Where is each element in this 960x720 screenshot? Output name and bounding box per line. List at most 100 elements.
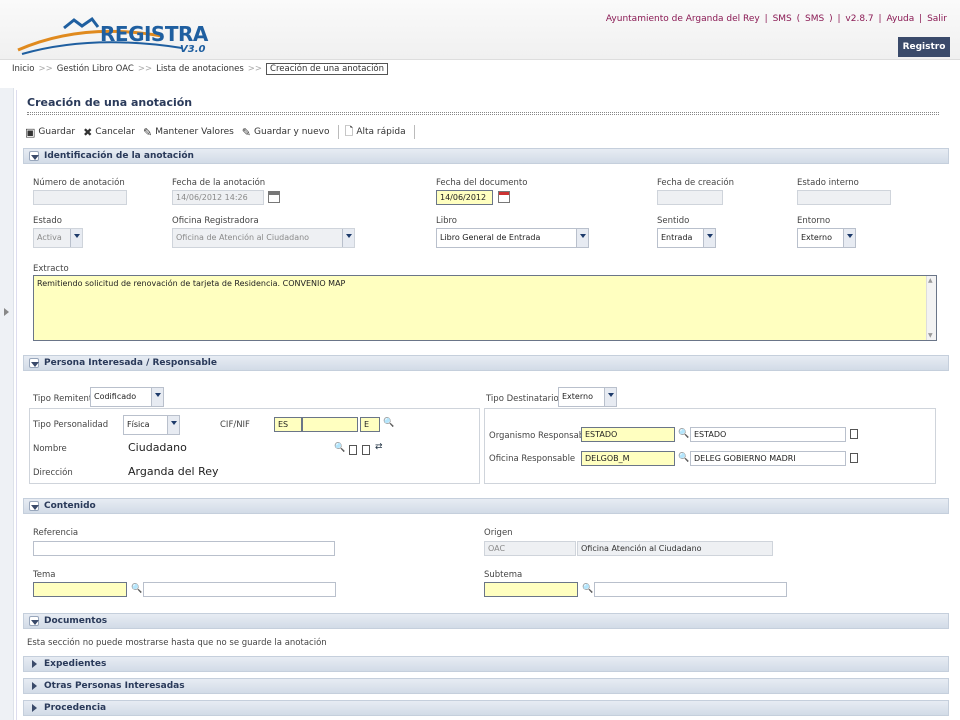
tema-code-field[interactable] [33, 582, 127, 597]
search-icon[interactable]: 🔍 [131, 584, 142, 594]
direccion-field[interactable]: Arganda del Rey [123, 463, 329, 480]
breadcrumb-gestion[interactable]: Gestión Libro OAC [57, 64, 134, 74]
libro-label: Libro [436, 216, 458, 226]
logo-version: V3.0 [180, 44, 206, 55]
section-title: Otras Personas Interesadas [44, 681, 185, 691]
save-icon: ▣ [25, 125, 36, 139]
registro-button[interactable]: Registro [898, 37, 950, 57]
mantener-valores-button[interactable]: ✎ Mantener Valores [143, 126, 234, 139]
refresh-icon[interactable]: ⇄ [375, 442, 383, 452]
tipo-remitente-select[interactable]: Codificado [90, 387, 164, 407]
expand-arrow-icon [4, 308, 9, 316]
registra-logo: REGISTRA V3.0 [12, 14, 212, 60]
chevron-down-icon [604, 388, 616, 406]
destinatario-panel [484, 408, 936, 484]
toolbar: ▣ Guardar ✖ Cancelar ✎ Mantener Valores … [25, 124, 421, 140]
sentido-value: Entrada [661, 233, 693, 242]
breadcrumb-lista[interactable]: Lista de anotaciones [156, 64, 244, 74]
calendar-icon[interactable] [498, 191, 510, 203]
link-sms-2[interactable]: SMS [805, 14, 824, 24]
expand-icon [29, 703, 39, 713]
collapse-icon [29, 358, 39, 368]
cif-number-field[interactable] [302, 417, 358, 432]
top-bar: REGISTRA V3.0 Ayuntamiento de Arganda de… [0, 0, 960, 60]
tipo-destinatario-select[interactable]: Externo [558, 387, 617, 407]
document-icon[interactable] [850, 429, 858, 439]
origen-label: Origen [484, 528, 513, 538]
entorno-select[interactable]: Externo [797, 228, 856, 248]
origen-code-field: OAC [484, 541, 576, 556]
oficina-responsable-label: Oficina Responsable [489, 454, 576, 464]
collapse-icon [29, 501, 39, 511]
oficina-code-field[interactable]: DELGOB_M [581, 451, 675, 466]
new-document-icon[interactable] [362, 445, 370, 455]
guardar-nuevo-label: Guardar y nuevo [254, 127, 330, 137]
subtema-name-field[interactable] [594, 582, 787, 597]
subtema-code-field[interactable] [484, 582, 578, 597]
search-icon[interactable]: 🔍 [678, 429, 689, 439]
sentido-select[interactable]: Entrada [657, 228, 716, 248]
collapse-sidebar-handle[interactable] [0, 88, 14, 720]
collapse-icon [29, 151, 39, 161]
tipo-personalidad-select[interactable]: Física [123, 415, 180, 435]
guardar-y-nuevo-button[interactable]: ✎ Guardar y nuevo [242, 126, 330, 139]
fecha-creacion-field [657, 190, 723, 205]
link-ayuntamiento[interactable]: Ayuntamiento de Arganda del Rey [606, 14, 760, 24]
libro-select[interactable]: Libro General de Entrada [436, 228, 589, 248]
oficina-registradora-value: Oficina de Atención al Ciudadano [176, 233, 310, 242]
calendar-icon[interactable] [268, 191, 280, 203]
pencil-icon: ✎ [241, 125, 252, 139]
tema-name-field[interactable] [143, 582, 336, 597]
chevron-down-icon [167, 416, 179, 434]
cancelar-button[interactable]: ✖ Cancelar [83, 126, 135, 139]
organismo-name-field[interactable]: ESTADO [690, 427, 846, 442]
section-procedencia-header[interactable]: Procedencia [23, 700, 949, 716]
section-otras-personas-header[interactable]: Otras Personas Interesadas [23, 678, 949, 694]
breadcrumb-separator: >> [137, 64, 153, 74]
search-icon[interactable]: 🔍 [582, 584, 593, 594]
section-persona-header[interactable]: Persona Interesada / Responsable [23, 355, 949, 371]
document-icon: 🗋 [344, 124, 354, 138]
alta-rapida-button[interactable]: 🗋 Alta rápida [345, 123, 406, 142]
section-contenido-header[interactable]: Contenido [23, 498, 949, 514]
section-title: Identificación de la anotación [44, 151, 194, 161]
origen-name-field: Oficina Atención al Ciudadano [577, 541, 773, 556]
expand-icon [29, 659, 39, 669]
toolbar-divider [413, 125, 415, 139]
oficina-name-field[interactable]: DELEG GOBIERNO MADRI [690, 451, 846, 466]
breadcrumb-inicio[interactable]: Inicio [12, 64, 35, 74]
separator: | [764, 14, 768, 24]
section-identificacion-header[interactable]: Identificación de la anotación [23, 148, 949, 164]
link-salir[interactable]: Salir [927, 14, 947, 24]
documentos-note: Esta sección no puede mostrarse hasta qu… [27, 638, 327, 648]
referencia-field[interactable] [33, 541, 335, 556]
search-icon[interactable]: 🔍 [383, 418, 394, 428]
main-content: Creación de una anotación ▣ Guardar ✖ Ca… [16, 90, 949, 720]
version-text: v2.8.7 [845, 14, 874, 24]
expand-icon [29, 681, 39, 691]
cancel-icon: ✖ [83, 125, 93, 139]
oficina-registradora-select: Oficina de Atención al Ciudadano [172, 228, 355, 248]
organismo-code-field[interactable]: ESTADO [581, 427, 675, 442]
fecha-documento-field[interactable]: 14/06/2012 [436, 190, 493, 205]
sentido-label: Sentido [657, 216, 690, 226]
cif-nif-label: CIF/NIF [220, 420, 250, 430]
document-icon[interactable] [349, 445, 357, 455]
nombre-field[interactable]: Ciudadano [123, 439, 329, 456]
link-sms[interactable]: SMS [773, 14, 792, 24]
separator: | [919, 14, 923, 24]
cif-letter-field[interactable]: E [360, 417, 380, 432]
guardar-button[interactable]: ▣ Guardar [25, 126, 75, 139]
link-ayuda[interactable]: Ayuda [886, 14, 914, 24]
extracto-textarea[interactable]: Remitiendo solicitud de renovación de ta… [33, 275, 937, 341]
paren: ( [796, 14, 801, 24]
search-icon[interactable]: 🔍 [678, 453, 689, 463]
search-icon[interactable]: 🔍 [334, 443, 345, 453]
cif-prefix-field[interactable]: ES [274, 417, 302, 432]
textarea-scrollbar[interactable] [926, 276, 936, 340]
mantener-label: Mantener Valores [155, 127, 234, 137]
numero-anotacion-field [33, 190, 127, 205]
section-documentos-header[interactable]: Documentos [23, 613, 949, 629]
document-icon[interactable] [850, 453, 858, 463]
section-expedientes-header[interactable]: Expedientes [23, 656, 949, 672]
